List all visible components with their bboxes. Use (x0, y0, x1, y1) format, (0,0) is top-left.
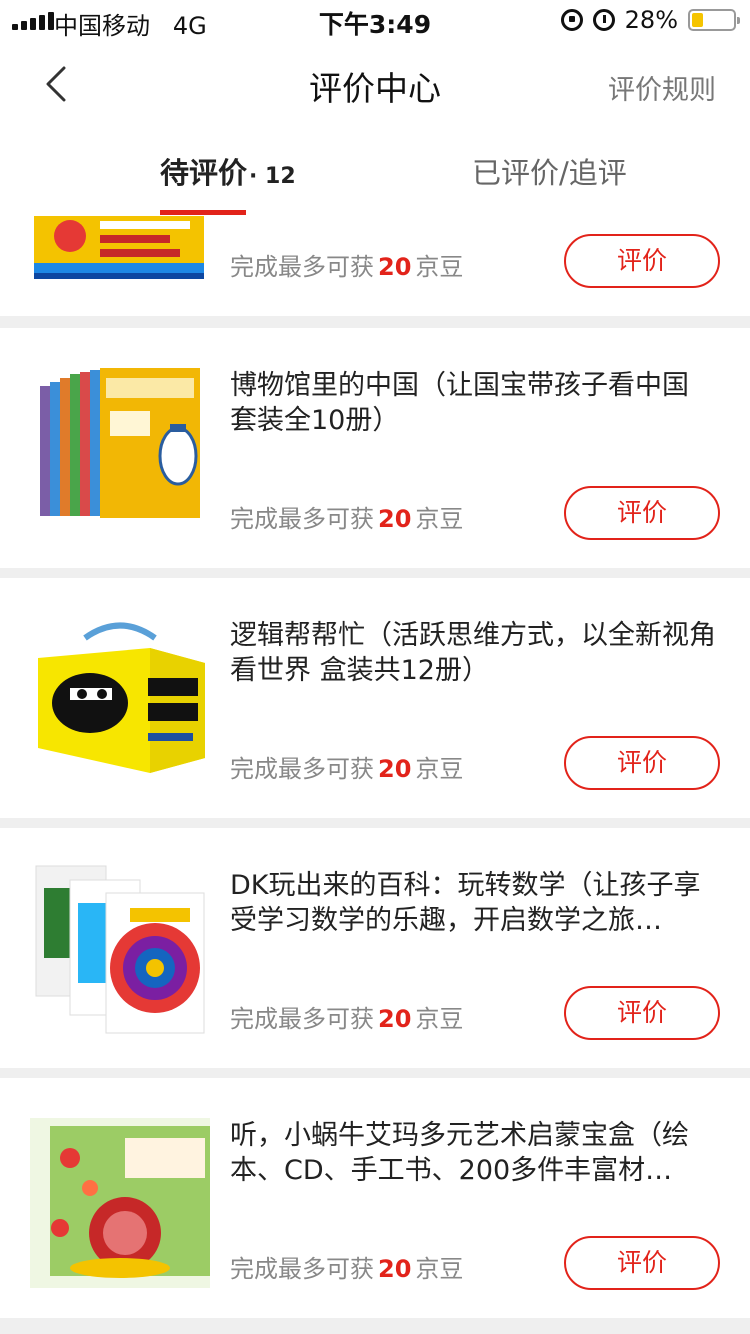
reward-prefix: 完成最多可获 (230, 253, 374, 281)
navigation-bar: 评价中心 评价规则 (0, 40, 750, 128)
alarm-icon (592, 9, 615, 31)
product-image[interactable] (30, 858, 210, 1038)
product-title[interactable]: 逻辑帮帮忙（活跃思维方式，以全新视角看世界 盒装共12册） (230, 618, 720, 688)
reward-amount: 20 (378, 505, 412, 533)
list-item: 博物馆里的中国（让国宝带孩子看中国 套装全10册） 完成最多可获 20 京豆 评价 (0, 328, 750, 568)
tab-bar: 待评价· 12 已评价/追评 (0, 128, 750, 216)
reward-text: 完成最多可获 20 京豆 (230, 1249, 463, 1284)
reward-unit: 京豆 (415, 755, 464, 783)
reward-amount: 20 (378, 755, 412, 783)
pending-review-list: 完成最多可获 20 京豆 评价 博物馆里的中国（让国宝带孩子看中国 套装全10册） … (0, 216, 750, 1334)
reward-text: 完成最多可获 20 京豆 (230, 999, 463, 1034)
list-item: 逻辑帮帮忙（活跃思维方式，以全新视角看世界 盒装共12册） 完成最多可获 20 京豆… (0, 578, 750, 818)
orientation-lock-icon (560, 9, 583, 31)
rate-button[interactable]: 评价 (564, 736, 720, 790)
list-item: DK玩出来的百科：玩转数学（让孩子享受学习数学的乐趣，开启数学之旅… 完成最多可… (0, 828, 750, 1068)
reward-text: 完成最多可获 20 京豆 (230, 749, 463, 784)
battery-percent: 28% (624, 6, 678, 34)
reward-text: 完成最多可获 20 京豆 (230, 499, 463, 534)
tab-pending-count: · 12 (249, 164, 296, 189)
reward-unit: 京豆 (415, 1005, 464, 1033)
list-item: 完成最多可获 20 京豆 评价 (0, 216, 750, 316)
product-image[interactable] (30, 366, 210, 526)
tab-pending-review[interactable]: 待评价· 12 (160, 150, 296, 192)
rating-rules-link[interactable]: 评价规则 (608, 68, 716, 107)
reward-unit: 京豆 (415, 1255, 464, 1283)
rate-button[interactable]: 评价 (564, 1236, 720, 1290)
active-tab-indicator (160, 210, 246, 215)
status-icons: 28% (560, 6, 740, 34)
product-title[interactable]: 听，小蜗牛艾玛多元艺术启蒙宝盒（绘本、CD、手工书、200多件丰富材… (230, 1118, 720, 1188)
reward-text: 完成最多可获 20 京豆 (230, 247, 463, 282)
reward-prefix: 完成最多可获 (230, 505, 374, 533)
rate-button[interactable]: 评价 (564, 486, 720, 540)
battery-fill (692, 13, 704, 27)
reward-unit: 京豆 (415, 253, 464, 281)
reward-prefix: 完成最多可获 (230, 1255, 374, 1283)
reward-amount: 20 (378, 253, 412, 281)
product-image[interactable] (30, 608, 210, 778)
list-item: 听，小蜗牛艾玛多元艺术启蒙宝盒（绘本、CD、手工书、200多件丰富材… 完成最多… (0, 1078, 750, 1318)
status-bar: 中国移动 4G 下午3:49 28% (0, 0, 750, 40)
tab-pending-label: 待评价 (160, 156, 248, 190)
rate-button[interactable]: 评价 (564, 986, 720, 1040)
reward-prefix: 完成最多可获 (230, 1005, 374, 1033)
reward-amount: 20 (378, 1255, 412, 1283)
product-image[interactable] (30, 1118, 210, 1288)
reward-prefix: 完成最多可获 (230, 755, 374, 783)
reward-unit: 京豆 (415, 505, 464, 533)
reward-amount: 20 (378, 1005, 412, 1033)
battery-icon (688, 9, 740, 31)
product-title[interactable]: DK玩出来的百科：玩转数学（让孩子享受学习数学的乐趣，开启数学之旅… (230, 868, 720, 938)
tab-reviewed[interactable]: 已评价/追评 (472, 150, 627, 192)
product-title[interactable]: 博物馆里的中国（让国宝带孩子看中国 套装全10册） (230, 368, 720, 438)
rate-button[interactable]: 评价 (564, 234, 720, 288)
product-image[interactable] (30, 216, 210, 281)
